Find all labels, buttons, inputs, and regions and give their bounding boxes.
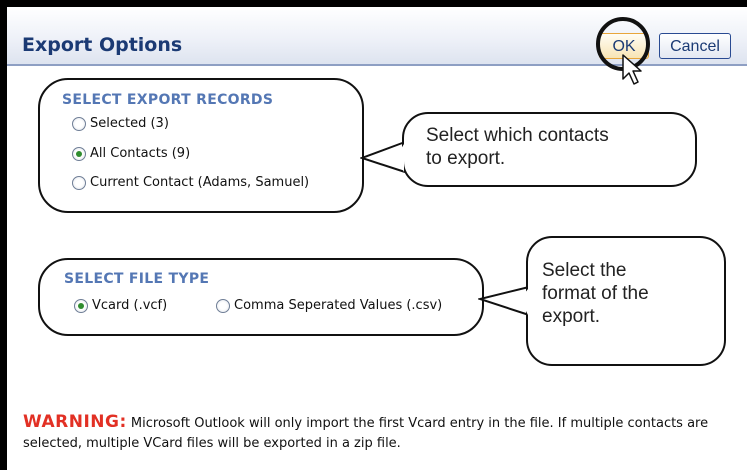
radio-all-contacts-circle[interactable] bbox=[72, 146, 86, 161]
radio-selected[interactable]: Selected (3) bbox=[72, 116, 169, 131]
warning-message: WARNING: Microsoft Outlook will only imp… bbox=[23, 412, 723, 454]
radio-all-contacts-label: All Contacts (9) bbox=[90, 146, 191, 161]
radio-vcard-circle[interactable] bbox=[74, 298, 88, 313]
window-border-top bbox=[0, 0, 747, 7]
file-type-title: SELECT FILE TYPE bbox=[64, 271, 210, 287]
callout-format-line1: Select the bbox=[542, 260, 627, 281]
radio-csv[interactable]: Comma Seperated Values (.csv) bbox=[216, 298, 442, 313]
dialog-title: Export Options bbox=[22, 34, 183, 56]
callout-records-line2: to export. bbox=[426, 148, 506, 169]
callout-records-line1: Select which contacts bbox=[426, 125, 609, 146]
file-type-group bbox=[38, 258, 484, 336]
callout-format-line2: format of the bbox=[542, 283, 649, 304]
radio-csv-circle[interactable] bbox=[216, 298, 230, 313]
radio-selected-circle[interactable] bbox=[72, 116, 86, 131]
radio-vcard-label: Vcard (.vcf) bbox=[92, 298, 168, 313]
export-records-title: SELECT EXPORT RECORDS bbox=[62, 92, 274, 108]
callout-format-line3: export. bbox=[542, 306, 601, 327]
radio-current-contact[interactable]: Current Contact (Adams, Samuel) bbox=[72, 175, 309, 190]
callout-pointer-format-cover bbox=[520, 289, 528, 315]
radio-all-contacts[interactable]: All Contacts (9) bbox=[72, 146, 190, 161]
mouse-pointer-icon bbox=[622, 54, 642, 85]
callout-pointer-records-cover bbox=[396, 144, 404, 172]
radio-current-contact-circle[interactable] bbox=[72, 175, 86, 190]
radio-selected-label: Selected (3) bbox=[90, 116, 169, 131]
callout-format-text: Select the format of the export. bbox=[542, 259, 649, 328]
callout-records-text: Select which contacts to export. bbox=[426, 124, 609, 170]
cancel-button[interactable]: Cancel bbox=[659, 33, 731, 59]
radio-csv-label: Comma Seperated Values (.csv) bbox=[234, 298, 443, 313]
radio-vcard[interactable]: Vcard (.vcf) bbox=[74, 298, 167, 313]
radio-current-contact-label: Current Contact (Adams, Samuel) bbox=[90, 175, 310, 190]
window-border-left bbox=[0, 0, 7, 470]
warning-label: WARNING: bbox=[23, 412, 127, 432]
